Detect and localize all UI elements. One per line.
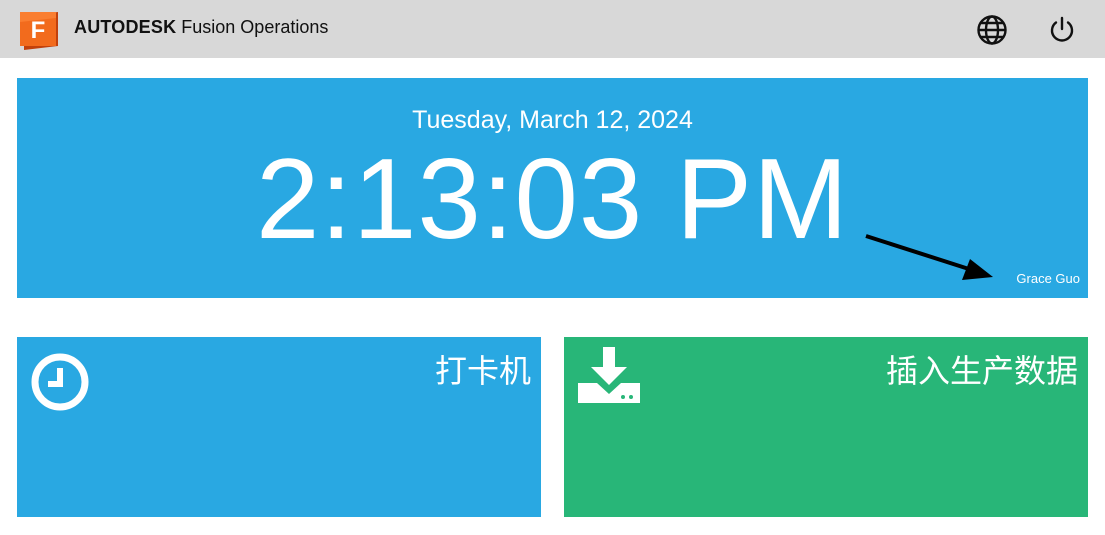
current-time: 2:13:03 PM bbox=[255, 136, 850, 263]
clock-panel: Tuesday, March 12, 2024 2:13:03 PM Grace… bbox=[17, 78, 1088, 298]
top-bar: F AUTODESK Fusion Operations bbox=[0, 0, 1105, 58]
globe-icon[interactable] bbox=[975, 13, 1009, 47]
tile-label: 插入生产数据 bbox=[885, 352, 1078, 390]
clock-icon bbox=[31, 353, 89, 416]
insert-production-data-tile[interactable]: 插入生产数据 bbox=[564, 337, 1088, 517]
power-icon[interactable] bbox=[1045, 13, 1079, 47]
current-date: Tuesday, March 12, 2024 bbox=[412, 106, 693, 134]
app-title: AUTODESK Fusion Operations bbox=[74, 16, 328, 38]
download-icon bbox=[578, 347, 642, 410]
brand-name: AUTODESK bbox=[74, 17, 177, 37]
user-name: Grace Guo bbox=[1016, 271, 1080, 286]
fusion-logo-icon: F bbox=[20, 10, 62, 50]
time-clock-tile[interactable]: 打卡机 bbox=[17, 337, 541, 517]
tile-label: 打卡机 bbox=[434, 352, 531, 390]
product-name: Fusion Operations bbox=[181, 17, 329, 37]
logo-letter: F bbox=[31, 17, 46, 44]
